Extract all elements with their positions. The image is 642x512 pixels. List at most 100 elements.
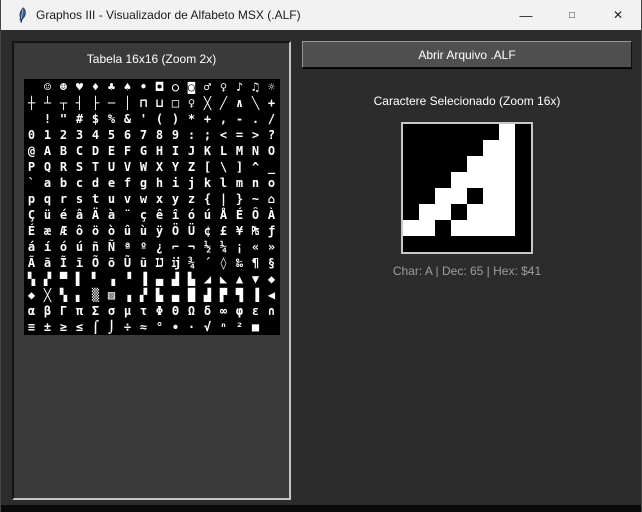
- char-cell[interactable]: Å: [216, 207, 232, 223]
- char-cell[interactable]: Φ: [152, 303, 168, 319]
- char-cell[interactable]: [24, 79, 40, 95]
- char-cell[interactable]: »: [264, 239, 280, 255]
- char-cell[interactable]: c: [72, 175, 88, 191]
- char-cell[interactable]: ▄: [168, 287, 184, 303]
- open-alf-file-button[interactable]: Abrir Arquivo .ALF: [302, 41, 632, 68]
- char-cell[interactable]: µ: [120, 303, 136, 319]
- char-cell[interactable]: ▖: [72, 287, 88, 303]
- char-cell[interactable]: Ĩ: [56, 255, 72, 271]
- char-cell[interactable]: ▐: [248, 287, 264, 303]
- char-cell[interactable]: ¬: [184, 239, 200, 255]
- char-cell[interactable]: ª: [120, 239, 136, 255]
- char-cell[interactable]: û: [120, 223, 136, 239]
- char-cell[interactable]: ♫: [248, 79, 264, 95]
- char-cell[interactable]: ô: [72, 223, 88, 239]
- char-cell[interactable]: |: [216, 191, 232, 207]
- char-cell[interactable]: ã: [40, 255, 56, 271]
- char-cell[interactable]: ⌠: [88, 319, 104, 335]
- char-cell[interactable]: <: [216, 127, 232, 143]
- char-cell[interactable]: /: [264, 111, 280, 127]
- char-cell[interactable]: ±: [40, 319, 56, 335]
- char-cell[interactable]: f: [120, 175, 136, 191]
- char-cell[interactable]: 3: [72, 127, 88, 143]
- char-cell[interactable]: U: [104, 159, 120, 175]
- char-cell[interactable]: ⌡: [104, 319, 120, 335]
- char-cell[interactable]: ◢: [200, 271, 216, 287]
- char-cell[interactable]: E: [104, 143, 120, 159]
- char-cell[interactable]: ‰: [232, 255, 248, 271]
- char-cell[interactable]: o: [264, 175, 280, 191]
- char-cell[interactable]: ◙: [184, 79, 200, 95]
- char-cell[interactable]: ∩: [264, 303, 280, 319]
- char-cell[interactable]: ,: [216, 111, 232, 127]
- char-cell[interactable]: D: [88, 143, 104, 159]
- char-cell[interactable]: ♦: [88, 79, 104, 95]
- char-cell[interactable]: 4: [88, 127, 104, 143]
- char-cell[interactable]: ú: [200, 207, 216, 223]
- char-cell[interactable]: φ: [232, 303, 248, 319]
- char-cell[interactable]: 1: [40, 127, 56, 143]
- char-cell[interactable]: ╳: [40, 287, 56, 303]
- char-cell[interactable]: ^: [248, 159, 264, 175]
- char-cell[interactable]: C: [72, 143, 88, 159]
- char-cell[interactable]: Ç: [24, 207, 40, 223]
- char-cell[interactable]: p: [24, 191, 40, 207]
- char-cell[interactable]: ▙: [152, 287, 168, 303]
- char-cell[interactable]: Ô: [248, 207, 264, 223]
- char-cell[interactable]: ·: [184, 319, 200, 335]
- char-cell[interactable]: Ü: [184, 223, 200, 239]
- char-cell[interactable]: {: [200, 191, 216, 207]
- char-cell[interactable]: P: [24, 159, 40, 175]
- char-cell[interactable]: ┬: [56, 95, 72, 111]
- char-cell[interactable]: Ñ: [104, 239, 120, 255]
- char-cell[interactable]: H: [152, 143, 168, 159]
- char-cell[interactable]: ☺: [40, 79, 56, 95]
- char-cell[interactable]: =: [232, 127, 248, 143]
- char-cell[interactable]: ♣: [104, 79, 120, 95]
- char-cell[interactable]: É: [232, 207, 248, 223]
- char-cell[interactable]: ¾: [184, 255, 200, 271]
- char-cell[interactable]: Γ: [56, 303, 72, 319]
- char-cell[interactable]: â: [72, 207, 88, 223]
- char-cell[interactable]: g: [136, 175, 152, 191]
- char-cell[interactable]: K: [200, 143, 216, 159]
- char-cell[interactable]: !: [40, 111, 56, 127]
- char-cell[interactable]: T: [88, 159, 104, 175]
- char-cell[interactable]: ũ: [136, 255, 152, 271]
- char-cell[interactable]: %: [104, 111, 120, 127]
- char-cell[interactable]: ≥: [56, 319, 72, 335]
- char-cell[interactable]: 6: [120, 127, 136, 143]
- char-cell[interactable]: ₧: [248, 223, 264, 239]
- char-cell[interactable]: w: [136, 191, 152, 207]
- char-cell[interactable]: õ: [104, 255, 120, 271]
- char-cell[interactable]: _: [264, 159, 280, 175]
- char-cell[interactable]: ▟: [168, 271, 184, 287]
- char-cell[interactable]: ♥: [72, 79, 88, 95]
- char-cell[interactable]: #: [72, 111, 88, 127]
- char-cell[interactable]: À: [264, 207, 280, 223]
- char-cell[interactable]: ƒ: [264, 223, 280, 239]
- char-cell[interactable]: ü: [40, 207, 56, 223]
- char-cell[interactable]: }: [232, 191, 248, 207]
- char-cell[interactable]: A: [40, 143, 56, 159]
- char-cell[interactable]: ─: [104, 95, 120, 111]
- char-cell[interactable]: ": [56, 111, 72, 127]
- char-cell[interactable]: a: [40, 175, 56, 191]
- char-cell[interactable]: ⊓: [136, 95, 152, 111]
- char-cell[interactable]: •: [136, 79, 152, 95]
- char-cell[interactable]: ○: [168, 79, 184, 95]
- char-cell[interactable]: ▚: [24, 271, 40, 287]
- char-cell[interactable]: ½: [200, 239, 216, 255]
- char-cell[interactable]: -: [232, 111, 248, 127]
- char-cell[interactable]: ¥: [232, 223, 248, 239]
- char-cell[interactable]: ĩ: [72, 255, 88, 271]
- char-cell[interactable]: ┼: [24, 95, 40, 111]
- char-cell[interactable]: ;: [200, 127, 216, 143]
- char-cell[interactable]: +: [264, 95, 280, 111]
- char-cell[interactable]: Y: [168, 159, 184, 175]
- char-cell[interactable]: ◣: [216, 271, 232, 287]
- char-cell[interactable]: à: [104, 207, 120, 223]
- char-cell[interactable]: ó: [184, 207, 200, 223]
- char-cell[interactable]: ?: [264, 127, 280, 143]
- char-cell[interactable]: δ: [200, 303, 216, 319]
